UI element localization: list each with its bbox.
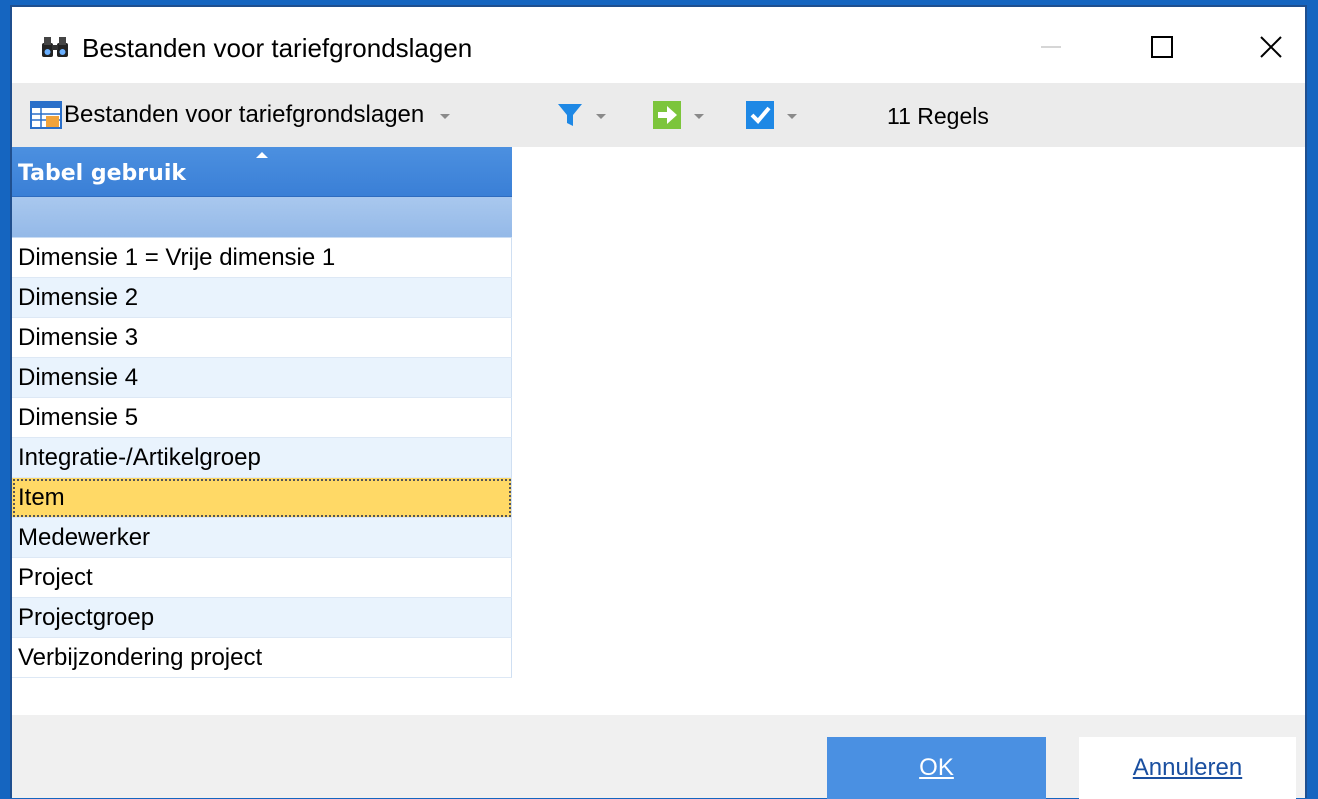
table-row[interactable]: Dimensie 1 = Vrije dimensie 1: [12, 238, 512, 278]
table-view-icon: [30, 100, 62, 130]
chevron-down-icon: [694, 114, 704, 119]
table-row[interactable]: Dimensie 3: [12, 318, 512, 358]
content-area: Tabel gebruik Dimensie 1 = Vrije dimensi…: [12, 147, 1305, 715]
table-row[interactable]: Integratie-/Artikelgroep: [12, 438, 512, 478]
title-bar[interactable]: Bestanden voor tariefgrondslagen: [12, 7, 1305, 83]
table-row[interactable]: Projectgroep: [12, 598, 512, 638]
export-button[interactable]: [652, 97, 704, 133]
table-row[interactable]: Project: [12, 558, 512, 598]
view-selector-button[interactable]: Bestanden voor tariefgrondslagen: [30, 97, 450, 133]
select-button[interactable]: [745, 97, 797, 133]
cancel-button[interactable]: Annuleren: [1079, 737, 1296, 799]
view-selector-label: Bestanden voor tariefgrondslagen: [64, 101, 424, 129]
table-row[interactable]: Medewerker: [12, 518, 512, 558]
arrow-right-icon: [652, 100, 682, 130]
table-row[interactable]: Dimensie 5: [12, 398, 512, 438]
footer: OK Annuleren: [12, 715, 1305, 798]
chevron-down-icon: [787, 114, 797, 119]
column-header-tabel-gebruik[interactable]: Tabel gebruik: [12, 147, 512, 197]
binoculars-icon: [40, 35, 70, 59]
ok-button[interactable]: OK: [827, 737, 1046, 799]
filter-icon: [556, 101, 584, 129]
toolbar: Bestanden voor tariefgrondslagen: [12, 83, 1305, 147]
maximize-icon[interactable]: [1140, 25, 1184, 69]
chevron-down-icon: [440, 114, 450, 119]
table-row[interactable]: Verbijzondering project: [12, 638, 512, 678]
filter-button[interactable]: [556, 97, 606, 133]
table-row[interactable]: Dimensie 2: [12, 278, 512, 318]
checkbox-icon: [745, 100, 775, 130]
table-row[interactable]: Dimensie 4: [12, 358, 512, 398]
sort-ascending-icon: [256, 152, 268, 158]
dialog-window: Bestanden voor tariefgrondslagen Bestand…: [10, 5, 1307, 798]
column-header-label: Tabel gebruik: [18, 161, 186, 186]
close-icon[interactable]: [1249, 25, 1293, 69]
data-grid: Tabel gebruik Dimensie 1 = Vrije dimensi…: [12, 147, 512, 678]
window-title: Bestanden voor tariefgrondslagen: [82, 33, 472, 64]
minimize-icon[interactable]: [1029, 25, 1073, 69]
chevron-down-icon: [596, 114, 606, 119]
filter-row[interactable]: [12, 197, 512, 238]
row-count: 11 Regels: [887, 103, 989, 130]
table-row[interactable]: Item: [12, 478, 512, 518]
